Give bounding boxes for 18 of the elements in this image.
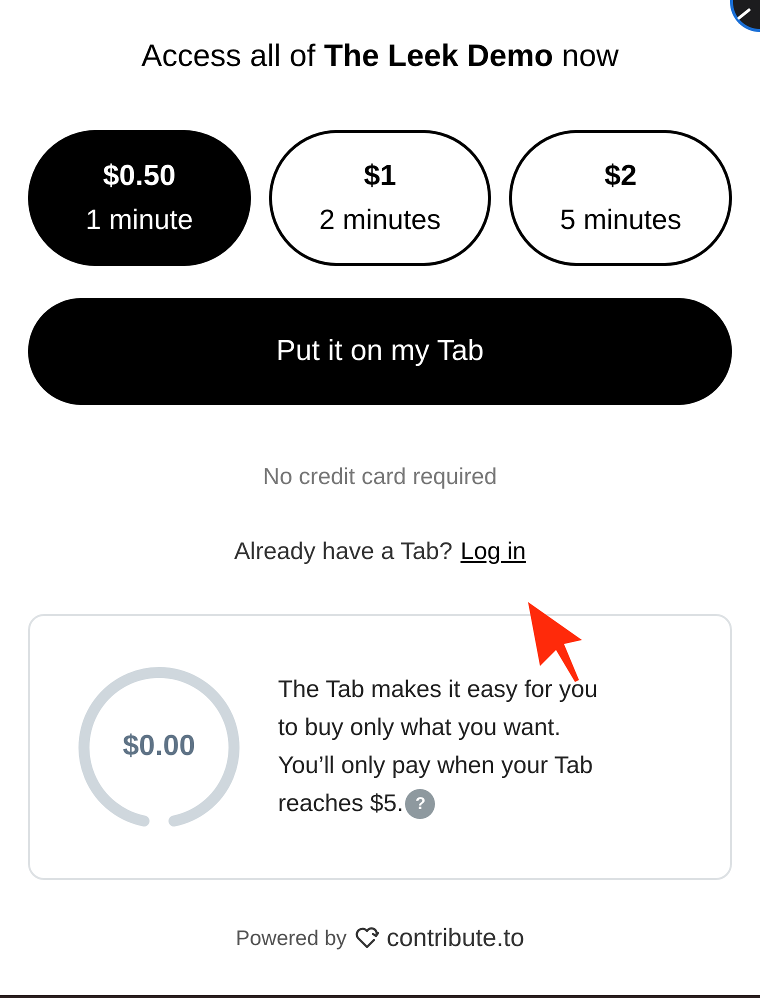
tab-description-line: reaches $5. — [278, 788, 404, 818]
no-card-note: No credit card required — [263, 462, 497, 491]
powered-by-label: Powered by — [236, 926, 347, 952]
login-link[interactable]: Log in — [460, 534, 526, 570]
price-option[interactable]: $1 2 minutes — [268, 130, 492, 266]
price-option[interactable]: $2 5 minutes — [509, 130, 732, 266]
tab-balance: $0.00 — [122, 728, 196, 764]
heart-icon — [354, 927, 379, 950]
tab-description-line: You’ll only pay when your Tab — [278, 750, 593, 780]
dialog-title: Access all of The Leek Demo now — [141, 37, 619, 75]
tab-description-line: to buy only what you want. — [278, 712, 561, 742]
close-icon — [737, 8, 751, 20]
close-button[interactable] — [730, 0, 760, 32]
login-prompt: Already have a Tab? — [234, 536, 452, 566]
put-on-tab-button[interactable]: Put it on my Tab — [28, 298, 732, 405]
brand-link[interactable]: contribute.to — [386, 920, 524, 957]
price-option[interactable]: $0.50 1 minute — [28, 130, 251, 266]
tab-description-line: The Tab makes it easy for you — [278, 674, 598, 704]
